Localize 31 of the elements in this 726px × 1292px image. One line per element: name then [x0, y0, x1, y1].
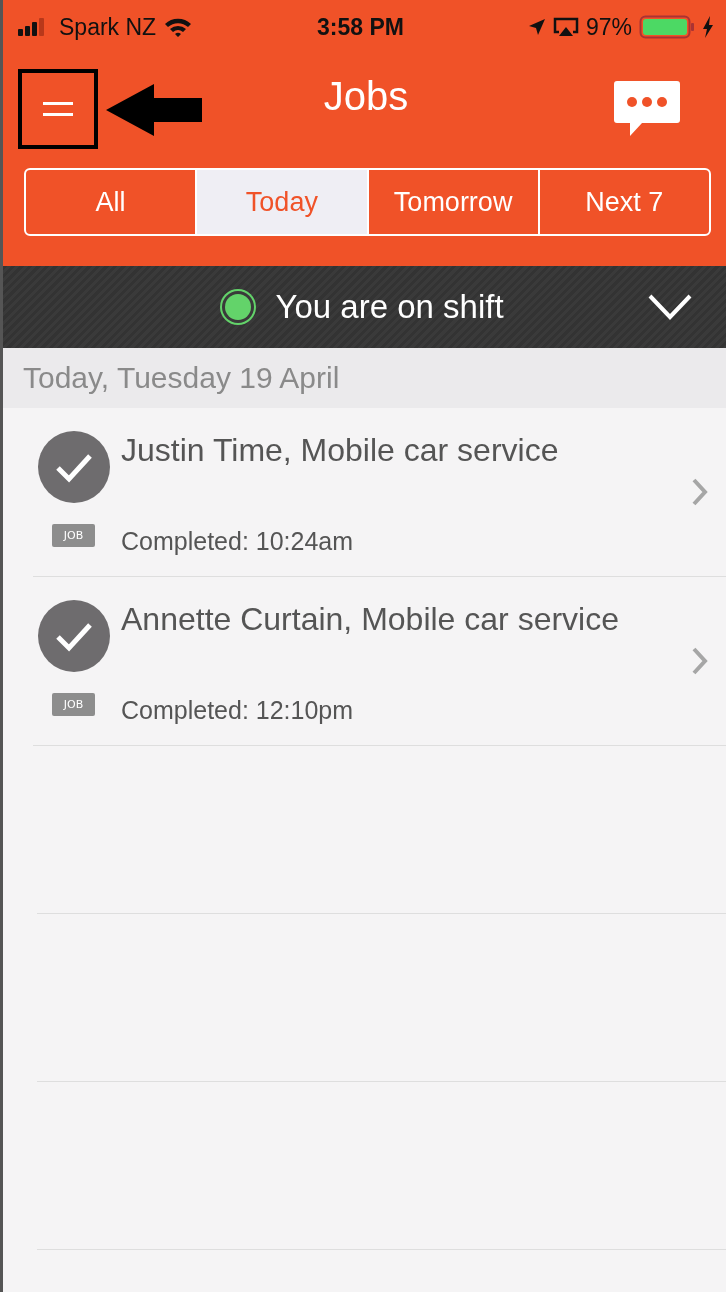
job-title: Justin Time, Mobile car service	[121, 432, 559, 469]
section-title: Today, Tuesday 19 April	[23, 361, 340, 395]
shift-status: You are on shift	[275, 288, 504, 326]
carrier-name: Spark NZ	[59, 13, 157, 41]
charging-bolt-icon	[702, 16, 714, 38]
tab[interactable]: Tomorrow	[366, 170, 538, 234]
clock-time: 3:58 PM	[317, 13, 404, 41]
menu-button[interactable]	[18, 69, 98, 149]
job-row[interactable]: JOB Justin Time, Mobile car service Completed: 10:24am	[33, 408, 726, 577]
chevron-down-icon	[648, 294, 692, 320]
location-arrow-icon	[527, 18, 546, 36]
menu-icon	[43, 100, 73, 118]
job-status: Completed: 10:24am	[121, 527, 355, 556]
job-title: Annette Curtain, Mobile car service	[121, 601, 619, 638]
chat-button[interactable]	[614, 81, 680, 137]
job-badge: JOB	[51, 524, 96, 547]
wifi-icon	[163, 16, 194, 38]
chat-bubble-icon	[614, 81, 680, 137]
job-row[interactable]: JOB Annette Curtain, Mobile car service Completed: 12:10pm	[33, 577, 726, 746]
battery-percentage: 97%	[585, 13, 632, 41]
chevron-right-icon	[692, 647, 708, 675]
tab[interactable]: Today	[195, 170, 367, 234]
tab[interactable]: Next 7	[537, 170, 709, 234]
shift-banner[interactable]: You are on shift	[3, 266, 726, 348]
airplay-icon	[552, 17, 579, 37]
job-status: Completed: 12:10pm	[121, 696, 355, 725]
page-title: Jobs	[323, 74, 409, 119]
battery-icon	[639, 15, 695, 39]
job-badge: JOB	[51, 693, 96, 716]
tab[interactable]: All	[26, 170, 196, 234]
chevron-right-icon	[692, 478, 708, 506]
